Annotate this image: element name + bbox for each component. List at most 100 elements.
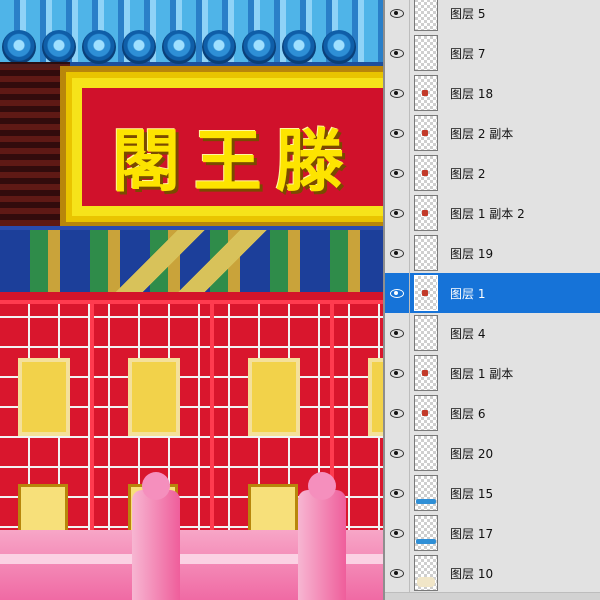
signboard-text: 閣王滕 xyxy=(112,122,359,202)
layer-row[interactable]: 图层 1 副本 2 xyxy=(385,193,600,234)
layer-thumbnail[interactable] xyxy=(414,515,438,551)
eye-icon xyxy=(390,528,404,538)
layer-name[interactable]: 图层 5 xyxy=(450,5,485,22)
eye-icon xyxy=(390,328,404,338)
layer-name[interactable]: 图层 7 xyxy=(450,45,485,62)
thumbnail-content xyxy=(416,539,436,544)
roof-tile-end xyxy=(242,30,276,64)
layer-row[interactable]: 图层 1 xyxy=(385,273,600,314)
visibility-toggle[interactable] xyxy=(385,73,410,113)
roof-tile-end xyxy=(42,30,76,64)
layer-row[interactable]: 图层 20 xyxy=(385,433,600,474)
roof-tile-end xyxy=(322,30,356,64)
visibility-toggle[interactable] xyxy=(385,193,410,233)
railing-post xyxy=(298,472,346,600)
thumbnail-content xyxy=(422,90,428,96)
layer-name[interactable]: 图层 4 xyxy=(450,325,485,342)
layer-thumbnail[interactable] xyxy=(414,435,438,471)
layer-thumbnail[interactable] xyxy=(414,155,438,191)
roof-tile-end xyxy=(282,30,316,64)
door-plaque xyxy=(18,484,68,534)
visibility-toggle[interactable] xyxy=(385,513,410,553)
layer-row[interactable]: 图层 18 xyxy=(385,73,600,114)
thumbnail-content xyxy=(422,130,428,136)
layer-row[interactable]: 图层 2 副本 xyxy=(385,113,600,154)
layer-thumbnail[interactable] xyxy=(414,115,438,151)
door-panel xyxy=(368,358,383,436)
layer-name[interactable]: 图层 2 副本 xyxy=(450,125,513,142)
door-panel xyxy=(128,358,180,436)
door-panel xyxy=(18,358,70,436)
layer-name[interactable]: 图层 19 xyxy=(450,245,493,262)
layer-thumbnail[interactable] xyxy=(414,315,438,351)
eye-icon xyxy=(390,448,404,458)
layer-name[interactable]: 图层 6 xyxy=(450,405,485,422)
thumbnail-content xyxy=(416,499,436,504)
thumbnail-content xyxy=(422,170,428,176)
document-canvas[interactable]: 閣王滕 xyxy=(0,0,383,600)
roof-tile-end xyxy=(122,30,156,64)
railing-post xyxy=(132,472,180,600)
eye-icon xyxy=(390,128,404,138)
eye-icon xyxy=(390,568,404,578)
layers-panel: 图层 5 图层 7 图层 18 图层 2 副本 图层 2 图层 1 副本 2 图层 19 图层… xyxy=(383,0,600,600)
visibility-toggle[interactable] xyxy=(385,473,410,513)
visibility-toggle[interactable] xyxy=(385,393,410,433)
visibility-toggle[interactable] xyxy=(385,153,410,193)
layer-thumbnail[interactable] xyxy=(414,555,438,591)
layer-name[interactable]: 图层 18 xyxy=(450,85,493,102)
layer-thumbnail[interactable] xyxy=(414,35,438,71)
roof-tile-end xyxy=(162,30,196,64)
roof-tile-end xyxy=(82,30,116,64)
layer-thumbnail[interactable] xyxy=(414,395,438,431)
roof-tile-end xyxy=(202,30,236,64)
visibility-toggle[interactable] xyxy=(385,33,410,73)
layer-thumbnail[interactable] xyxy=(414,0,438,31)
layer-name[interactable]: 图层 1 xyxy=(450,285,485,302)
layer-row[interactable]: 图层 15 xyxy=(385,473,600,514)
visibility-toggle[interactable] xyxy=(385,273,410,313)
visibility-toggle[interactable] xyxy=(385,553,410,593)
layer-name[interactable]: 图层 15 xyxy=(450,485,493,502)
visibility-toggle[interactable] xyxy=(385,113,410,153)
layer-row[interactable]: 图层 5 xyxy=(385,0,600,34)
thumbnail-content xyxy=(422,370,428,376)
layer-row[interactable]: 图层 17 xyxy=(385,513,600,554)
signboard: 閣王滕 xyxy=(60,66,383,228)
layer-row[interactable]: 图层 19 xyxy=(385,233,600,274)
layer-thumbnail[interactable] xyxy=(414,75,438,111)
visibility-toggle[interactable] xyxy=(385,0,410,33)
layer-row[interactable]: 图层 7 xyxy=(385,33,600,74)
layer-thumbnail[interactable] xyxy=(414,235,438,271)
layer-name[interactable]: 图层 2 xyxy=(450,165,485,182)
thumbnail-content xyxy=(422,410,428,416)
thumbnail-content xyxy=(422,290,428,296)
layer-thumbnail[interactable] xyxy=(414,195,438,231)
layer-row[interactable]: 图层 6 xyxy=(385,393,600,434)
layer-row[interactable]: 图层 10 xyxy=(385,553,600,594)
layer-row[interactable]: 图层 4 xyxy=(385,313,600,354)
layer-name[interactable]: 图层 20 xyxy=(450,445,493,462)
eye-icon xyxy=(390,168,404,178)
eye-icon xyxy=(390,368,404,378)
thumbnail-content xyxy=(422,210,428,216)
visibility-toggle[interactable] xyxy=(385,433,410,473)
door-plaque xyxy=(248,484,298,534)
layer-name[interactable]: 图层 1 副本 2 xyxy=(450,205,525,222)
layer-row[interactable]: 图层 2 xyxy=(385,153,600,194)
visibility-toggle[interactable] xyxy=(385,353,410,393)
layer-name[interactable]: 图层 1 副本 xyxy=(450,365,513,382)
layer-thumbnail[interactable] xyxy=(414,475,438,511)
visibility-toggle[interactable] xyxy=(385,313,410,353)
roof-tile-end xyxy=(2,30,36,64)
layer-thumbnail[interactable] xyxy=(414,275,438,311)
roof-tile-row xyxy=(0,30,383,64)
eye-icon xyxy=(390,88,404,98)
visibility-toggle[interactable] xyxy=(385,233,410,273)
layer-name[interactable]: 图层 17 xyxy=(450,525,493,542)
layer-thumbnail[interactable] xyxy=(414,355,438,391)
panel-bottom-bar xyxy=(385,592,600,600)
layer-name[interactable]: 图层 10 xyxy=(450,565,493,582)
eye-icon xyxy=(390,208,404,218)
layer-row[interactable]: 图层 1 副本 xyxy=(385,353,600,394)
